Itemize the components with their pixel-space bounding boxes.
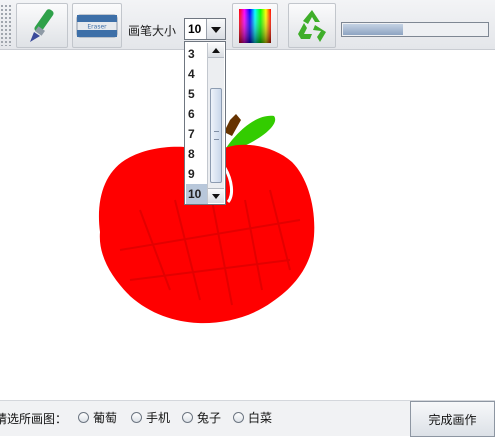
finish-drawing-button[interactable]: 完成画作: [410, 401, 495, 437]
brush-size-select[interactable]: 10: [184, 18, 226, 40]
radio-icon[interactable]: [233, 412, 244, 423]
brush-size-dropdown[interactable]: 3 4 5 6 7 8 9 10: [184, 41, 226, 205]
size-option[interactable]: 8: [186, 144, 208, 164]
answer-prompt: 请选所画图：: [0, 412, 68, 426]
eraser-icon: Eraser: [76, 14, 118, 37]
brush-size-label: 画笔大小: [128, 24, 177, 38]
size-option[interactable]: 3: [186, 44, 208, 64]
radio-icon[interactable]: [182, 412, 193, 423]
size-option[interactable]: 7: [186, 124, 208, 144]
answer-bar: 请选所画图： 葡萄 手机 兔子 白菜 完成画作: [0, 400, 495, 437]
apple-stem: [224, 114, 241, 136]
size-option[interactable]: 5: [186, 84, 208, 104]
choice-grape[interactable]: 葡萄: [78, 409, 117, 426]
apple-drawing: [98, 114, 315, 324]
drawing-canvas[interactable]: [0, 50, 495, 400]
choice-label: 兔子: [197, 411, 222, 425]
eraser-button[interactable]: Eraser: [72, 3, 122, 48]
clear-button[interactable]: [288, 3, 336, 48]
choice-rabbit[interactable]: 兔子: [182, 409, 221, 426]
radio-icon[interactable]: [78, 412, 89, 423]
scroll-up-icon[interactable]: [208, 43, 224, 58]
size-option[interactable]: 9: [186, 164, 208, 184]
chevron-down-icon[interactable]: [206, 19, 225, 39]
radio-icon[interactable]: [131, 412, 142, 423]
dropdown-scrollbar[interactable]: [207, 43, 224, 203]
size-option[interactable]: 6: [186, 104, 208, 124]
progress-bar: [341, 22, 489, 37]
toolbar-grip[interactable]: [0, 4, 12, 46]
size-option-selected[interactable]: 10: [186, 184, 208, 204]
scroll-down-icon[interactable]: [208, 188, 224, 203]
size-option[interactable]: 4: [186, 64, 208, 84]
scroll-thumb[interactable]: [210, 88, 222, 183]
recycle-icon: [298, 9, 326, 42]
progress-fill: [343, 24, 403, 35]
choice-label: 手机: [146, 411, 171, 425]
choice-label: 葡萄: [93, 411, 118, 425]
brush-button[interactable]: [16, 3, 68, 48]
color-palette-icon: [239, 8, 271, 43]
color-button[interactable]: [232, 3, 278, 48]
brush-size-value: 10: [188, 22, 202, 36]
choice-label: 白菜: [248, 411, 273, 425]
choice-cabbage[interactable]: 白菜: [233, 409, 272, 426]
choice-phone[interactable]: 手机: [131, 409, 170, 426]
toolbar: Eraser 画笔大小 10: [0, 0, 495, 50]
eraser-text: Eraser: [87, 23, 107, 30]
brush-icon: [30, 8, 54, 42]
